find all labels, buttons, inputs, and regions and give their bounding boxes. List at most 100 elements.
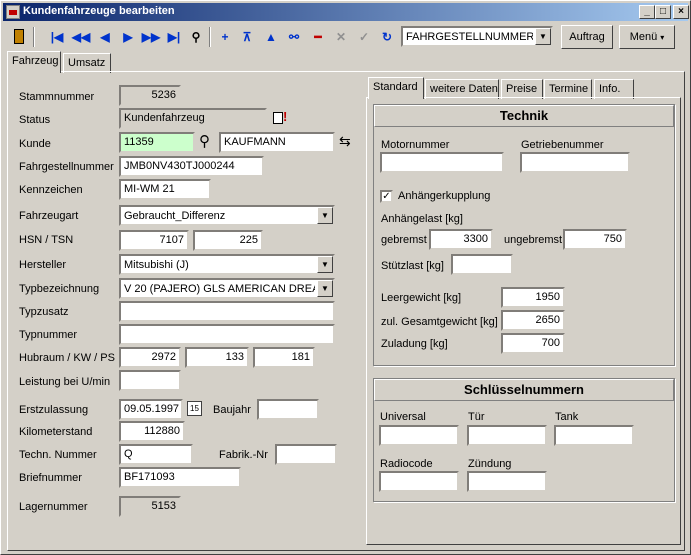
tab-fahrzeug[interactable]: Fahrzeug	[7, 51, 61, 73]
kunde-id-field[interactable]: 11359	[119, 132, 195, 153]
hubraum-field[interactable]: 2972	[119, 347, 181, 368]
baujahr-field[interactable]	[257, 399, 319, 420]
insert-icon[interactable]: ⊼	[237, 27, 257, 47]
lagernummer-label: Lagernummer	[19, 501, 88, 513]
fabrik-nr-field[interactable]	[275, 444, 337, 465]
ungebremst-label: ungebremst	[504, 234, 563, 246]
radiocode-field[interactable]	[379, 471, 459, 492]
document-icon[interactable]	[273, 112, 283, 124]
menu-button[interactable]: Menü ▾	[619, 25, 675, 49]
ungebremst-field[interactable]: 750	[563, 229, 627, 250]
typzusatz-field[interactable]	[119, 301, 335, 322]
universal-field[interactable]	[379, 425, 459, 446]
search-icon[interactable]: ⚲	[186, 27, 206, 47]
up-icon[interactable]: ▲	[261, 27, 281, 47]
techn-nummer-label: Techn. Nummer	[19, 449, 97, 461]
chevron-down-icon[interactable]: ▼	[317, 207, 333, 224]
erstzulassung-field[interactable]: 09.05.1997	[119, 399, 183, 420]
chevron-down-icon[interactable]: ▼	[317, 256, 333, 273]
schluesselnummern-heading: Schlüsselnummern	[374, 379, 674, 401]
tank-field[interactable]	[554, 425, 634, 446]
hubraum-label: Hubraum / KW / PS	[19, 352, 115, 364]
kilometerstand-field[interactable]: 112880	[119, 421, 185, 442]
stammnummer-field: 5236	[119, 85, 181, 106]
previous-record-icon[interactable]: ◀	[95, 27, 115, 47]
fahrgestellnummer-field[interactable]: JMB0NV430TJ000244	[119, 156, 264, 177]
motornummer-label: Motornummer	[381, 139, 450, 151]
tab-termine[interactable]: Termine	[544, 79, 592, 99]
typbezeichnung-select[interactable]: V 20 (PAJERO) GLS AMERICAN DREAM ▼	[119, 278, 335, 299]
leistung-field[interactable]	[119, 370, 181, 391]
gesamtgewicht-label: zul. Gesamtgewicht [kg]	[381, 316, 498, 328]
hersteller-select[interactable]: Mitsubishi (J) ▼	[119, 254, 335, 275]
kw-field[interactable]: 133	[185, 347, 249, 368]
tab-weitere-daten[interactable]: weitere Daten	[425, 79, 499, 99]
toolbar: |◀ ◀◀ ◀ ▶ ▶▶ ▶| ⚲ + ⊼ ▲ ⚯ ━ ✕ ✓ ↻ FAHRGE…	[3, 23, 688, 51]
tab-umsatz[interactable]: Umsatz	[63, 53, 111, 73]
search-field-combo[interactable]: FAHRGESTELLNUMMER ▼	[401, 26, 553, 47]
first-record-icon[interactable]: |◀	[47, 27, 67, 47]
search-icon[interactable]: ⚲	[199, 132, 210, 150]
confirm-icon[interactable]: ✓	[354, 27, 374, 47]
baujahr-label: Baujahr	[213, 404, 251, 416]
zuladung-field[interactable]: 700	[501, 333, 565, 354]
tab-info[interactable]: Info.	[594, 79, 634, 99]
gebremst-field[interactable]: 3300	[429, 229, 493, 250]
tsn-field[interactable]: 225	[193, 230, 263, 251]
last-record-icon[interactable]: ▶|	[164, 27, 184, 47]
delete-record-icon[interactable]: ━	[308, 27, 328, 47]
zuendung-field[interactable]	[467, 471, 547, 492]
fast-forward-icon[interactable]: ▶▶	[141, 27, 161, 47]
erstzulassung-label: Erstzulassung	[19, 404, 89, 416]
next-record-icon[interactable]: ▶	[118, 27, 138, 47]
kunde-name-field[interactable]: KAUFMANN	[219, 132, 335, 153]
auftrag-button[interactable]: Auftrag	[561, 25, 613, 49]
motornummer-field[interactable]	[380, 152, 504, 173]
calendar-icon[interactable]: 15	[187, 401, 202, 416]
briefnummer-field[interactable]: BF171093	[119, 467, 241, 488]
anhaengerkupplung-checkbox[interactable]: ✓	[380, 190, 393, 203]
hersteller-label: Hersteller	[19, 259, 67, 271]
hersteller-value: Mitsubishi (J)	[124, 259, 189, 271]
maximize-button[interactable]: □	[655, 5, 671, 19]
exit-door-icon[interactable]	[9, 27, 29, 47]
getriebenummer-field[interactable]	[520, 152, 630, 173]
status-label: Status	[19, 114, 51, 126]
fast-back-icon[interactable]: ◀◀	[71, 27, 91, 47]
radiocode-label: Radiocode	[380, 458, 433, 470]
cancel-icon[interactable]: ✕	[331, 27, 351, 47]
chevron-down-icon[interactable]: ▼	[535, 28, 551, 45]
stuetzlast-label: Stützlast [kg]	[381, 260, 444, 272]
kunde-label: Kunde	[19, 138, 51, 150]
customer-lookup-icon[interactable]: ⇆	[339, 133, 351, 150]
menu-button-label: Menü	[629, 31, 658, 43]
hsn-field[interactable]: 7107	[119, 230, 189, 251]
tuer-field[interactable]	[467, 425, 547, 446]
stuetzlast-field[interactable]	[451, 254, 513, 275]
getriebenummer-label: Getriebenummer	[521, 139, 604, 151]
fabrik-nr-label: Fabrik.-Nr	[219, 449, 268, 461]
typnummer-field[interactable]	[119, 324, 335, 345]
gesamtgewicht-field[interactable]: 2650	[501, 310, 565, 331]
minimize-button[interactable]: _	[639, 5, 655, 19]
fahrzeugart-value: Gebraucht_Differenz	[124, 210, 226, 222]
close-button[interactable]: ×	[673, 5, 689, 19]
techn-nummer-field[interactable]: Q	[119, 444, 193, 465]
fahrzeugart-select[interactable]: Gebraucht_Differenz ▼	[119, 205, 335, 226]
fahrzeugart-label: Fahrzeugart	[19, 210, 79, 222]
leergewicht-field[interactable]: 1950	[501, 287, 565, 308]
chevron-down-icon[interactable]: ▼	[317, 280, 333, 297]
add-record-icon[interactable]: +	[215, 27, 235, 47]
ps-field[interactable]: 181	[253, 347, 315, 368]
kennzeichen-field[interactable]: MI-WM 21	[119, 179, 211, 200]
universal-label: Universal	[380, 411, 426, 423]
binoculars-icon[interactable]: ⚯	[284, 27, 304, 47]
zuladung-label: Zuladung [kg]	[381, 338, 448, 350]
refresh-icon[interactable]: ↻	[377, 27, 397, 47]
gebremst-label: gebremst	[381, 234, 427, 246]
tab-standard[interactable]: Standard	[368, 77, 424, 99]
tank-label: Tank	[555, 411, 579, 423]
tab-preise[interactable]: Preise	[501, 79, 543, 99]
fahrgestellnummer-label: Fahrgestellnummer	[19, 161, 114, 173]
technik-heading: Technik	[374, 105, 674, 127]
